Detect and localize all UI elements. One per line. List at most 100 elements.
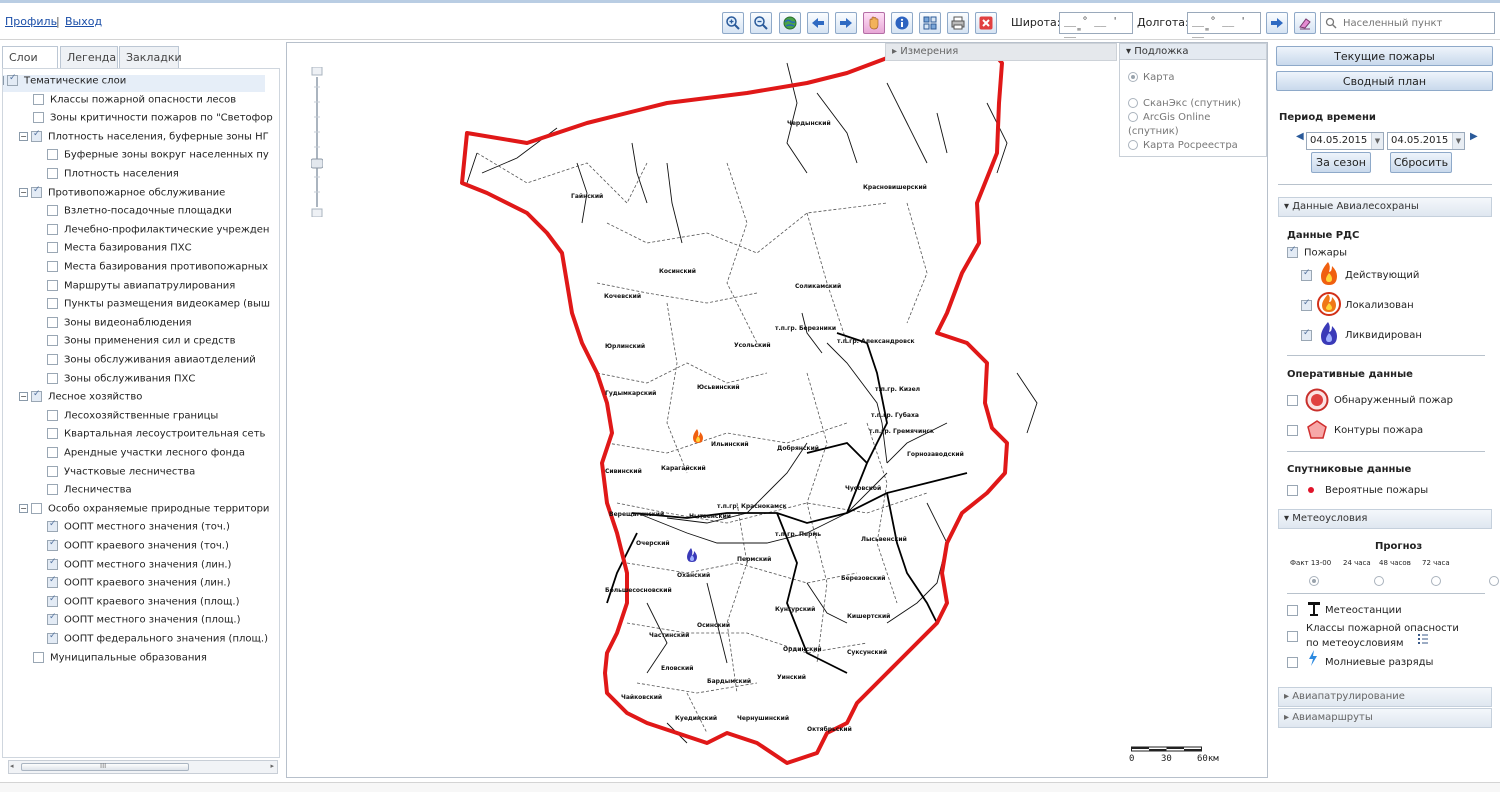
- chevron-down-icon[interactable]: ▼: [1452, 133, 1464, 149]
- layer-checkbox[interactable]: [7, 73, 18, 86]
- layer-checkbox[interactable]: [47, 261, 58, 272]
- fire-contours-checkbox[interactable]: [1287, 425, 1298, 436]
- layer-item[interactable]: Зоны видеонаблюдения: [47, 316, 191, 334]
- layer-item[interactable]: Зоны критичности пожаров по "Светофор: [33, 112, 273, 129]
- layer-checkbox[interactable]: [47, 205, 58, 217]
- date-to-field[interactable]: 04.05.2015 ▼: [1387, 132, 1465, 150]
- layer-checkbox[interactable]: [33, 93, 44, 105]
- info-button[interactable]: [891, 12, 913, 34]
- layer-item[interactable]: Места базирования ПХС: [47, 242, 192, 259]
- profile-link[interactable]: Профиль: [5, 15, 57, 28]
- layer-checkbox[interactable]: [47, 372, 58, 384]
- meteo-section-header[interactable]: ▾ Метеоусловия: [1278, 509, 1492, 529]
- detected-fire-checkbox[interactable]: [1287, 395, 1298, 406]
- scroll-left-arrow-icon[interactable]: ◂: [10, 762, 14, 770]
- layer-checkbox[interactable]: [47, 279, 58, 291]
- layer-item[interactable]: Зоны применения сил и средств: [47, 335, 236, 352]
- layer-checkbox[interactable]: [47, 149, 58, 161]
- next-extent-button[interactable]: [835, 12, 857, 34]
- layer-checkbox[interactable]: [47, 594, 58, 607]
- fire-active-toggle[interactable]: [1301, 268, 1318, 282]
- basemap-option-scanex[interactable]: СканЭкс (спутник): [1128, 98, 1241, 109]
- layer-item[interactable]: ООПТ краевого значения (точ.): [47, 538, 229, 557]
- current-fires-button[interactable]: Текущие пожары: [1276, 46, 1493, 66]
- layer-item[interactable]: Участковые лесничества: [47, 465, 195, 483]
- avia-routes-header[interactable]: ▸ Авиамаршруты: [1278, 708, 1492, 728]
- layer-checkbox[interactable]: [31, 129, 42, 142]
- fire-contours-toggle[interactable]: [1287, 425, 1304, 437]
- layer-checkbox[interactable]: [47, 631, 58, 644]
- layer-item[interactable]: Зоны обслуживания авиаотделений: [47, 354, 256, 371]
- avia-patrol-header[interactable]: ▸ Авиапатрулирование: [1278, 687, 1492, 707]
- zoom-in-button[interactable]: [722, 12, 744, 34]
- meteo-classes-checkbox[interactable]: [1287, 631, 1298, 642]
- layer-item[interactable]: Пункты размещения видеокамер (выш: [47, 298, 270, 315]
- layer-checkbox[interactable]: [47, 428, 58, 440]
- zoom-slider[interactable]: [310, 66, 324, 218]
- layer-item[interactable]: Лесохозяйственные границы: [47, 409, 218, 427]
- layer-checkbox[interactable]: [47, 316, 58, 328]
- basemap-option-arcgis[interactable]: ArcGis Online: [1128, 112, 1210, 123]
- layer-item[interactable]: Взлетно-посадочные площадки: [47, 205, 232, 222]
- layer-item[interactable]: Плотность населения: [47, 168, 179, 185]
- fire-liquidated-checkbox[interactable]: [1301, 328, 1312, 341]
- weather-stations-toggle[interactable]: [1287, 605, 1304, 617]
- layer-item[interactable]: Муниципальные образования: [33, 651, 207, 669]
- layer-item[interactable]: Классы пожарной опасности лесов: [33, 93, 236, 111]
- clear-button[interactable]: [975, 12, 997, 34]
- latitude-input[interactable]: __ ° __ ' __": [1059, 12, 1133, 38]
- layer-item[interactable]: ООПТ местного значения (площ.): [47, 612, 241, 631]
- pan-button[interactable]: [863, 12, 885, 34]
- layer-item[interactable]: − Лесное хозяйство: [19, 389, 142, 408]
- layer-item[interactable]: Квартальная лесоустроительная сеть: [47, 428, 265, 445]
- fires-toggle[interactable]: Пожары: [1287, 245, 1347, 259]
- settlement-search-input[interactable]: [1341, 14, 1491, 32]
- collapse-icon[interactable]: −: [19, 187, 28, 197]
- layer-checkbox[interactable]: [47, 465, 58, 477]
- fire-liquidated-toggle[interactable]: [1301, 328, 1318, 342]
- layer-checkbox[interactable]: [47, 409, 58, 421]
- fire-localized-checkbox[interactable]: [1301, 298, 1312, 311]
- scroll-right-arrow-icon[interactable]: ▸: [270, 762, 274, 770]
- fires-checkbox[interactable]: [1287, 245, 1298, 258]
- forecast-radio-72[interactable]: [1488, 576, 1499, 586]
- layer-checkbox[interactable]: [47, 447, 58, 458]
- layer-item[interactable]: Зоны обслуживания ПХС: [47, 372, 195, 390]
- prev-date-arrow-icon[interactable]: ◀: [1296, 131, 1304, 142]
- previous-extent-button[interactable]: [807, 12, 829, 34]
- tab-legend[interactable]: Легенда: [60, 46, 118, 68]
- layer-checkbox[interactable]: [47, 298, 58, 310]
- forecast-radio-24[interactable]: [1373, 576, 1384, 586]
- fire-active-checkbox[interactable]: [1301, 268, 1312, 281]
- basemap-option-rosreestr[interactable]: Карта Росреестра: [1128, 140, 1238, 151]
- next-date-arrow-icon[interactable]: ▶: [1470, 131, 1478, 142]
- fire-liquidated-marker[interactable]: [687, 548, 697, 562]
- layer-checkbox[interactable]: [47, 519, 58, 533]
- print-button[interactable]: [947, 12, 969, 34]
- layer-checkbox[interactable]: [33, 651, 44, 663]
- collapse-icon[interactable]: −: [3, 76, 4, 85]
- layer-checkbox[interactable]: [47, 612, 58, 626]
- meteo-classes-toggle[interactable]: [1287, 631, 1304, 643]
- layer-item[interactable]: − Плотность населения, буферные зоны НГ: [19, 129, 269, 148]
- clear-coordinates-button[interactable]: [1294, 12, 1316, 34]
- layer-item[interactable]: Арендные участки лесного фонда: [47, 447, 245, 464]
- zoom-out-button[interactable]: [750, 12, 772, 34]
- horizontal-scrollbar[interactable]: ◂ III ▸: [8, 760, 278, 774]
- identify-button[interactable]: [919, 12, 941, 34]
- layer-checkbox[interactable]: [31, 185, 42, 198]
- layer-item[interactable]: Маршруты авиапатрулирования: [47, 279, 235, 297]
- layer-checkbox[interactable]: [31, 502, 42, 514]
- layer-checkbox[interactable]: [47, 242, 58, 254]
- avia-section-header[interactable]: ▾ Данные Авиалесохраны: [1278, 197, 1492, 217]
- layer-checkbox[interactable]: [47, 168, 58, 179]
- date-from-field[interactable]: 04.05.2015 ▼: [1306, 132, 1384, 150]
- layer-item[interactable]: Лесничества: [47, 484, 132, 501]
- layer-checkbox[interactable]: [47, 575, 58, 589]
- layer-checkbox[interactable]: [47, 538, 58, 551]
- layer-item[interactable]: − Особо охраняемые природные территори: [19, 502, 269, 520]
- collapse-icon[interactable]: −: [19, 131, 28, 141]
- collapse-icon[interactable]: −: [19, 392, 28, 402]
- layer-item[interactable]: − Тематические слои: [3, 73, 265, 92]
- tab-layers[interactable]: Слои: [2, 46, 58, 69]
